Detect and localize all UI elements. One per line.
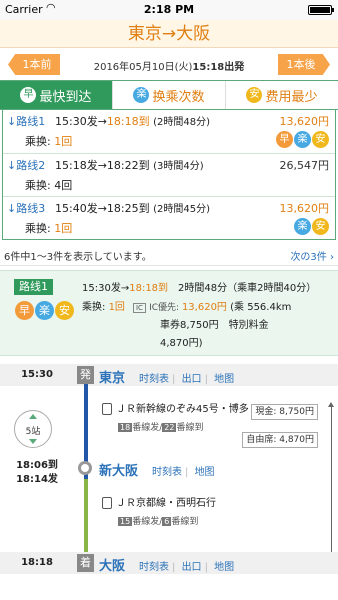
fast-icon: 早 [20,87,37,103]
transfer-dot [78,461,92,475]
easy-icon: 楽 [133,87,150,103]
map-link[interactable]: 地图 [214,374,234,385]
train-icon [102,497,112,509]
result-count: 6件中1～3件を表示しています。 [4,252,152,263]
route-fare: 13,620円 [279,202,330,215]
summary-surcharge: 4,870円) [160,338,203,349]
route-fare: 26,547円 [279,159,330,172]
sort-tabs: 早最快到达 楽换乘次数 安费用最少 [0,80,338,110]
battery-icon [308,5,334,15]
status-bar: Carrier ◠ 2:18 PM [0,0,338,20]
route-list: ↓路线1 15:30发→18:18到 (2時間48分) 13,620円 乘换: … [2,110,336,240]
timetable-link[interactable]: 时刻表 [152,467,182,478]
route-fare: 13,620円 [279,115,330,128]
tab-fastest[interactable]: 早最快到达 [0,81,112,109]
easy-icon: 楽 [35,301,54,320]
exit-link[interactable]: 出口 [182,562,202,573]
summary-badges: 早 楽 安 [14,301,74,320]
cheap-icon: 安 [246,87,263,103]
route-badges: 早 楽 安 [275,131,329,148]
tab-label: 最快到达 [39,89,92,105]
station-time: 18:18 [21,557,53,568]
platform-info: 18 番線发/22 番線到 [118,423,204,433]
easy-icon: 楽 [294,218,311,235]
fast-icon: 早 [15,301,34,320]
tab-cheapest[interactable]: 安费用最少 [225,81,338,109]
departure-time: 15:18出発 [192,62,245,73]
summary-transfers: 乘换: 1回 IC IC優先: 13,620円 (乘 556.4km [82,302,292,313]
route-label: ↓路线1 [7,115,46,128]
fare-range-arrow [328,402,334,561]
route-badges: 楽 安 [293,218,329,235]
platform-info: 15 番線发/6 番線到 [118,517,199,527]
train-name: ＪＲ新幹線のぞみ45号・博多 [102,400,249,415]
train-name: ＪＲ京都線・西明石行 [102,494,216,509]
station-arrival-time: 18:06到 [16,460,58,471]
timetable-link[interactable]: 时刻表 [139,562,169,573]
departure-date: 2016年05月10日(火) [93,62,193,73]
next-train-button[interactable]: 1本後 [278,54,330,75]
route-times: 15:30发→18:18到 (2時間48分) [55,115,211,128]
station-links: 时刻表 | 出口 | 地图 [139,374,235,385]
route-transfers: 乘换: 1回 [25,222,73,235]
station-name[interactable]: 新大阪 [99,460,138,479]
route-transfers: 乘换: 4回 [25,179,73,192]
date-row: 1本前 2016年05月10日(火)15:18出発 1本後 [0,48,338,78]
selected-route-chip: 路线1 [14,279,53,295]
exit-link[interactable]: 出口 [182,374,202,385]
easy-icon: 楽 [294,131,311,148]
cash-fare: 現金: 8,750円 [251,404,318,420]
station-links: 时刻表 | 地图 [152,467,215,478]
pagination: 6件中1～3件を表示しています。 次の3件 › [0,242,338,266]
page-title: 東京→大阪 [0,20,338,48]
clock: 2:18 PM [143,3,195,16]
route-timeline: 15:30 発 東京 时刻表 | 出口 | 地图 5站 ＪＲ新幹線のぞみ45号・博多… [0,364,338,589]
departure-mark: 発 [77,366,94,384]
station-name[interactable]: 大阪 [99,555,125,574]
previous-train-button[interactable]: 1本前 [8,54,60,75]
cheap-icon: 安 [55,301,74,320]
map-link[interactable]: 地图 [214,562,234,573]
stop-count[interactable]: 5站 [14,410,52,448]
fast-icon: 早 [276,131,293,148]
tab-label: 费用最少 [265,89,318,105]
tab-fewest-transfers[interactable]: 楽换乘次数 [112,81,225,109]
route-row[interactable]: ↓路线1 15:30发→18:18到 (2時間48分) 13,620円 乘换: … [3,110,335,153]
route-row[interactable]: ↓路线3 15:40发→18:25到 (2時間45分) 13,620円 乘换: … [3,196,335,239]
route-times: 15:40发→18:25到 (2時間45分) [55,202,211,215]
route-label: ↓路线2 [7,159,46,172]
station-departure-time: 18:14发 [16,474,58,485]
summary-ticket: 車券8,750円 特別料金 [160,320,269,331]
map-link[interactable]: 地图 [195,467,215,478]
ic-card-icon: IC [132,303,146,313]
summary-times: 15:30发→18:18到 2時間48分（乘車2時間40分） [82,283,317,294]
arrival-mark: 着 [77,554,94,572]
station-name[interactable]: 東京 [99,367,125,386]
route-times: 15:18发→18:22到 (3時間4分) [55,159,204,172]
expand-down-icon [29,439,37,444]
route-row[interactable]: ↓路线2 15:18发→18:22到 (3時間4分) 26,547円 乘换: 4… [3,153,335,196]
reserved-fare: 自由席: 4,870円 [242,432,318,448]
route-summary: 路线1 早 楽 安 15:30发→18:18到 2時間48分（乘車2時間40分）… [0,270,338,356]
cheap-icon: 安 [312,131,329,148]
expand-up-icon [29,414,37,419]
train-icon [102,403,112,415]
station-time: 15:30 [21,369,53,380]
route-label: ↓路线3 [7,202,46,215]
departure-datetime: 2016年05月10日(火)15:18出発 [62,58,276,73]
next-results-link[interactable]: 次の3件 › [290,248,334,263]
tab-label: 换乘次数 [152,89,205,105]
route-transfers: 乘换: 1回 [25,135,73,148]
timetable-link[interactable]: 时刻表 [139,374,169,385]
cheap-icon: 安 [312,218,329,235]
station-links: 时刻表 | 出口 | 地图 [139,562,235,573]
